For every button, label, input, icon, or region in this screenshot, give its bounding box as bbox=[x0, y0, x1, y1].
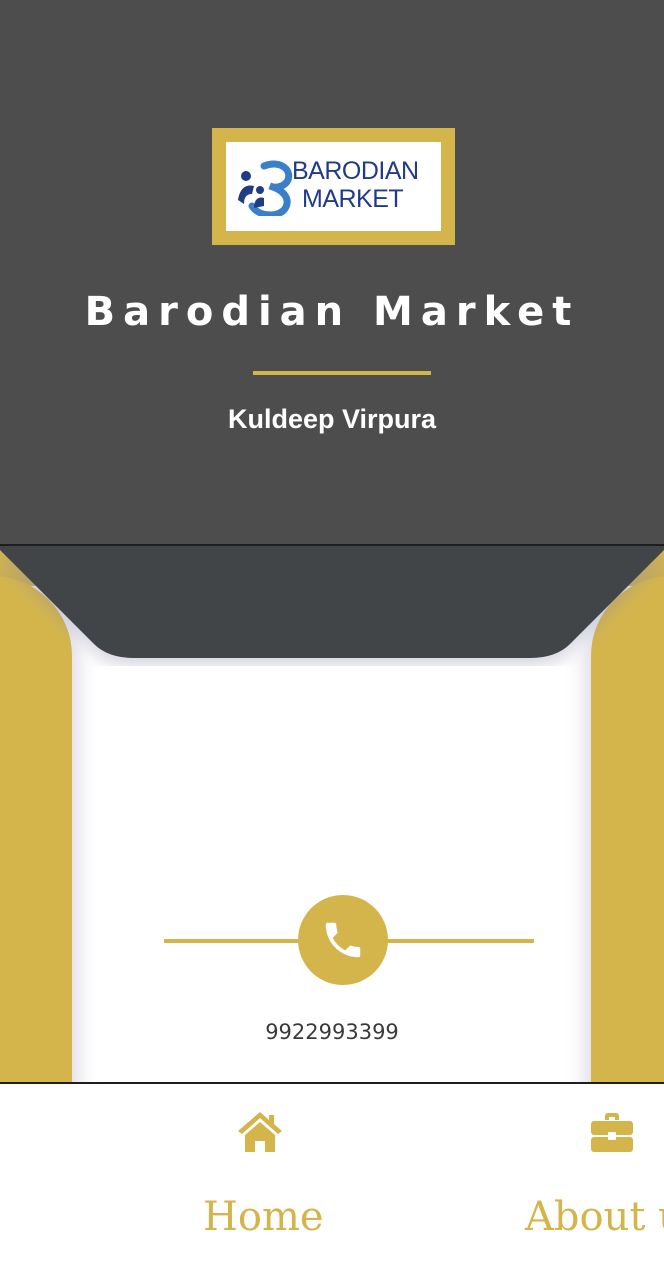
profile-header: BARODIAN MARKET Barodian Market Kuldeep … bbox=[0, 0, 664, 546]
phone-line-right bbox=[382, 939, 534, 943]
phone-number[interactable]: 9922993399 bbox=[0, 1018, 664, 1046]
card-body: 9922993399 bbox=[0, 546, 664, 1082]
nav-item-about[interactable]: About u bbox=[500, 1084, 664, 1280]
logo-line-1: BARODIAN bbox=[292, 157, 419, 185]
title-divider bbox=[253, 371, 431, 375]
logo-line-2: MARKET bbox=[302, 185, 404, 213]
phone-icon bbox=[325, 922, 361, 958]
briefcase-icon bbox=[591, 1113, 633, 1152]
brand-logo: BARODIAN MARKET bbox=[226, 142, 441, 231]
business-card-page: BARODIAN MARKET Barodian Market Kuldeep … bbox=[0, 0, 664, 1280]
call-button[interactable] bbox=[298, 895, 388, 985]
brand-title: Barodian Market bbox=[84, 289, 580, 335]
logo-wordmark: BARODIAN MARKET bbox=[292, 157, 419, 213]
header-notch bbox=[0, 546, 664, 658]
home-icon bbox=[238, 1112, 282, 1152]
nav-label-home: Home bbox=[203, 1194, 324, 1240]
nav-label-about: About u bbox=[525, 1194, 664, 1240]
logo-mark-icon bbox=[238, 160, 293, 216]
phone-line-left bbox=[164, 939, 304, 943]
owner-name: Kuldeep Virpura bbox=[227, 404, 437, 434]
bottom-navigation: Home About u bbox=[0, 1082, 664, 1280]
nav-item-home[interactable]: Home bbox=[160, 1084, 360, 1280]
logo-frame: BARODIAN MARKET bbox=[212, 128, 455, 245]
